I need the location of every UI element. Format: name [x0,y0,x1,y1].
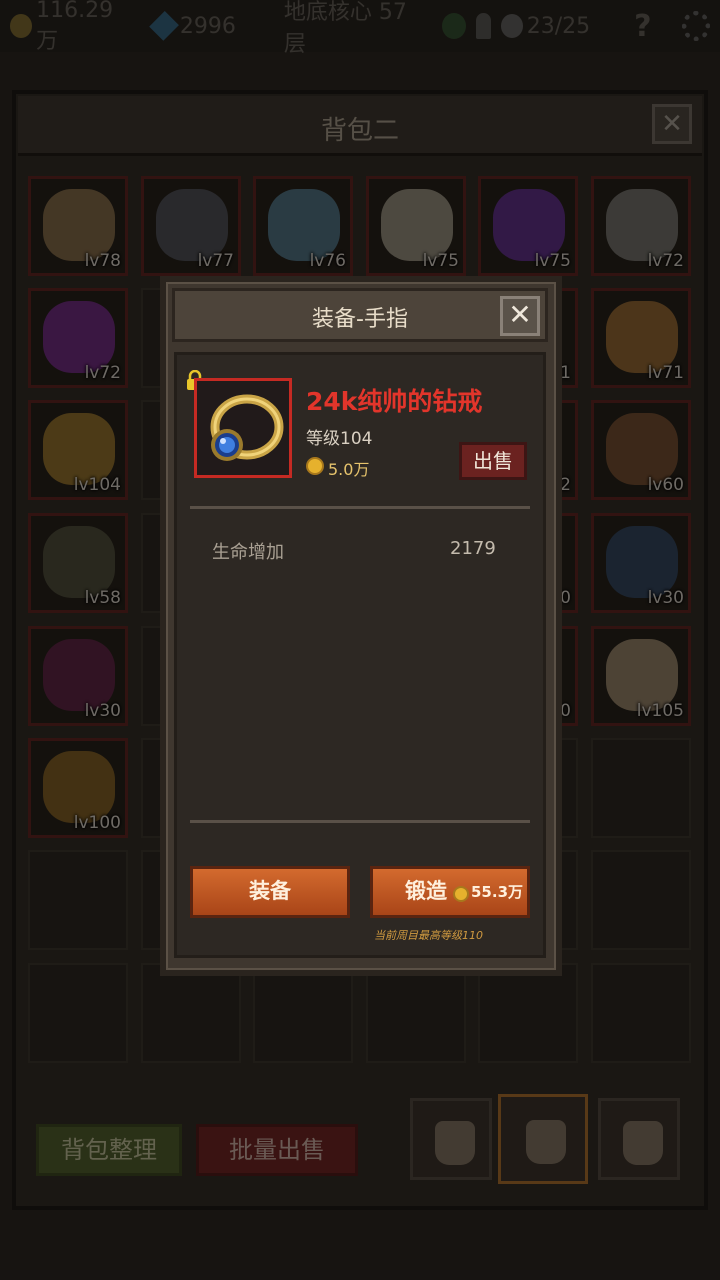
item-level: 等级104 [306,429,373,449]
gold-coin-icon [306,457,324,475]
game-screen: 116.29万 2996 地底核心 57层 23/25 ? 背包二 ✕ lv78… [0,0,720,1280]
sell-button[interactable]: 出售 [459,442,527,480]
item-icon-frame [194,378,292,478]
item-name: 24k纯帅的钻戒 [306,387,483,416]
stat-label: 生命增加 [212,542,284,563]
gold-coin-icon [453,886,469,902]
divider [190,820,530,823]
equip-button[interactable]: 装备 [190,866,350,918]
modal-title: 装备-手指 [312,307,408,332]
ring-icon [210,394,284,461]
max-level-note: 当前周目最高等级110 [374,929,483,942]
stat-value: 2179 [450,538,496,559]
forge-label: 锻造 [405,879,447,903]
forge-cost: 55.3万 [471,883,524,901]
divider [190,506,530,509]
item-sell-price: 5.0万 [328,460,370,479]
modal-close-button[interactable]: ✕ [500,296,540,336]
forge-button[interactable]: 锻造 55.3万 [370,866,530,918]
